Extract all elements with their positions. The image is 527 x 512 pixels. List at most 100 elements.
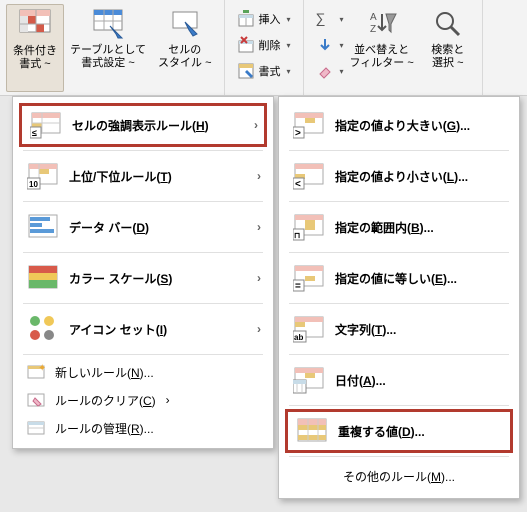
- svg-text:A: A: [370, 12, 377, 23]
- between-label: 指定の範囲内(B)...: [335, 219, 434, 236]
- greater-than-icon: >: [293, 109, 325, 141]
- equal-to-item[interactable]: = 指定の値に等しい(E)...: [285, 256, 513, 300]
- clear-button[interactable]: ▾: [312, 58, 342, 84]
- date-occurring-item[interactable]: 日付(A)...: [285, 358, 513, 402]
- format-button[interactable]: 書式 ▾: [233, 58, 295, 84]
- new-rule-label: 新しいルール(N)...: [55, 364, 154, 381]
- format-icon: [237, 62, 255, 80]
- top-bottom-label: 上位/下位ルール(T): [69, 168, 172, 185]
- chevron-right-icon: ›: [257, 220, 261, 234]
- highlight-rules-submenu: > 指定の値より大きい(G)... < 指定の値より小さい(L)... ⊓ 指定…: [278, 96, 520, 499]
- find-select-label: 検索と 選択 ~: [431, 44, 464, 70]
- delete-button[interactable]: 削除 ▾: [233, 32, 295, 58]
- menu-separator: [289, 405, 509, 406]
- chevron-down-icon: ▾: [287, 67, 291, 76]
- ribbon-group-cells: 挿入▾ 削除 ▾ 書式 ▾: [225, 0, 304, 95]
- data-bars-icon: [27, 211, 59, 243]
- autosum-button[interactable]: ∑▾: [312, 6, 342, 32]
- manage-rules-item[interactable]: ルールの管理(R)...: [19, 414, 267, 442]
- new-rule-item[interactable]: ✦ 新しいルール(N)...: [19, 358, 267, 386]
- data-bars-label: データ バー(D): [69, 219, 149, 236]
- greater-than-item[interactable]: > 指定の値より大きい(G)...: [285, 103, 513, 147]
- clear-rules-item[interactable]: ルールのクリア(C) ›: [19, 386, 267, 414]
- delete-label: 削除: [259, 37, 281, 53]
- chevron-right-icon: ›: [257, 322, 261, 336]
- delete-icon: [237, 36, 255, 54]
- menu-separator: [23, 150, 263, 151]
- duplicate-values-label: 重複する値(D)...: [338, 423, 425, 440]
- svg-text:✦: ✦: [38, 363, 45, 374]
- top-bottom-icon: 10: [27, 160, 59, 192]
- conditional-format-menu: ≤ セルの強調表示ルール(H) › 10 上位/下位ルール(T) › データ バ…: [12, 96, 274, 449]
- eraser-icon: [316, 62, 334, 80]
- fill-down-icon: [316, 36, 334, 54]
- cell-styles-button[interactable]: セルの スタイル ~: [152, 4, 217, 92]
- svg-text:>: >: [295, 128, 301, 139]
- format-label: 書式: [259, 63, 281, 79]
- svg-text:<: <: [295, 179, 301, 190]
- menu-separator: [289, 252, 509, 253]
- format-as-table-icon: [92, 8, 124, 40]
- cell-styles-label: セルの スタイル ~: [158, 44, 211, 70]
- svg-text:⊓: ⊓: [294, 231, 300, 240]
- sort-filter-icon: AZ: [366, 8, 398, 40]
- chevron-down-icon: ▾: [287, 15, 291, 24]
- color-scales-item[interactable]: カラー スケール(S) ›: [19, 256, 267, 300]
- text-contains-label: 文字列(T)...: [335, 321, 396, 338]
- chevron-down-icon: ▾: [287, 41, 291, 50]
- cells-stack: 挿入▾ 削除 ▾ 書式 ▾: [231, 4, 297, 86]
- find-select-icon: [432, 8, 464, 40]
- more-rules-label: その他のルール(M)...: [343, 468, 455, 485]
- color-scales-icon: [27, 262, 59, 294]
- menu-separator: [23, 303, 263, 304]
- sort-filter-button[interactable]: AZ 並べ替えと フィルター ~: [344, 4, 420, 92]
- menu-separator: [289, 456, 509, 457]
- cell-styles-icon: [169, 8, 201, 40]
- menu-separator: [23, 252, 263, 253]
- date-label: 日付(A)...: [335, 372, 386, 389]
- icon-sets-item[interactable]: アイコン セット(I) ›: [19, 307, 267, 351]
- menu-separator: [289, 201, 509, 202]
- less-than-item[interactable]: < 指定の値より小さい(L)...: [285, 154, 513, 198]
- less-than-label: 指定の値より小さい(L)...: [335, 168, 468, 185]
- greater-than-label: 指定の値より大きい(G)...: [335, 117, 470, 134]
- insert-button[interactable]: 挿入▾: [233, 6, 295, 32]
- more-rules-item[interactable]: その他のルール(M)...: [285, 460, 513, 492]
- text-contains-item[interactable]: ab 文字列(T)...: [285, 307, 513, 351]
- ribbon-group-styles: 条件付き 書式 ~ テーブルとして 書式設定 ~ セルの スタイル ~: [0, 0, 225, 95]
- between-item[interactable]: ⊓ 指定の範囲内(B)...: [285, 205, 513, 249]
- svg-text:ab: ab: [294, 333, 303, 342]
- duplicate-values-icon: [296, 415, 328, 447]
- duplicate-values-item[interactable]: 重複する値(D)...: [285, 409, 513, 453]
- highlight-rules-label: セルの強調表示ルール(H): [72, 117, 209, 134]
- sigma-icon: ∑: [316, 10, 334, 28]
- svg-text:10: 10: [29, 180, 38, 189]
- equal-to-icon: =: [293, 262, 325, 294]
- find-select-button[interactable]: 検索と 選択 ~: [420, 4, 476, 92]
- equal-to-label: 指定の値に等しい(E)...: [335, 270, 457, 287]
- chevron-right-icon: ›: [254, 118, 258, 132]
- chevron-right-icon: ›: [257, 271, 261, 285]
- conditional-format-button[interactable]: 条件付き 書式 ~: [6, 4, 64, 92]
- conditional-format-icon: [19, 9, 51, 41]
- highlight-cell-rules-item[interactable]: ≤ セルの強調表示ルール(H) ›: [19, 103, 267, 147]
- highlight-rules-icon: ≤: [30, 109, 62, 141]
- editing-small-stack: ∑▾ ▾ ▾: [310, 4, 344, 86]
- svg-text:≤: ≤: [32, 128, 37, 138]
- menu-separator: [23, 354, 263, 355]
- data-bars-item[interactable]: データ バー(D) ›: [19, 205, 267, 249]
- icon-sets-label: アイコン セット(I): [69, 321, 167, 338]
- date-icon: [293, 364, 325, 396]
- chevron-right-icon: ›: [166, 393, 170, 407]
- top-bottom-rules-item[interactable]: 10 上位/下位ルール(T) ›: [19, 154, 267, 198]
- text-contains-icon: ab: [293, 313, 325, 345]
- svg-text:Z: Z: [370, 24, 376, 35]
- menu-separator: [289, 354, 509, 355]
- fill-button[interactable]: ▾: [312, 32, 342, 58]
- chevron-right-icon: ›: [257, 169, 261, 183]
- new-rule-icon: ✦: [27, 363, 45, 381]
- format-as-table-button[interactable]: テーブルとして 書式設定 ~: [64, 4, 152, 92]
- sort-filter-label: 並べ替えと フィルター ~: [350, 44, 414, 70]
- icon-sets-icon: [27, 313, 59, 345]
- menu-separator: [23, 201, 263, 202]
